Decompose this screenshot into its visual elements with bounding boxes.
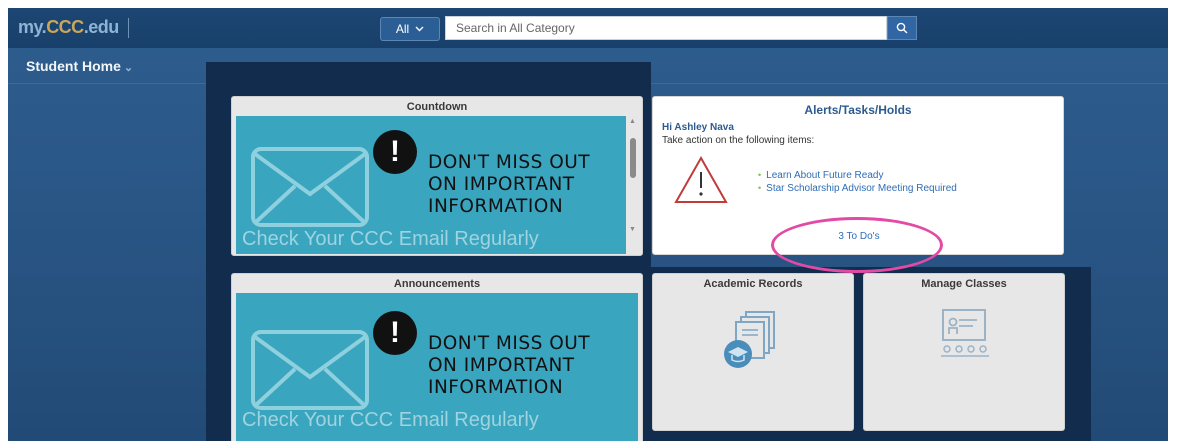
- alerts-instruction: Take action on the following items:: [662, 135, 815, 146]
- announcement-footer: Check Your CCC Email Regularly: [242, 409, 539, 431]
- announcement-message: DON'T MISS OUT ON IMPORTANT INFORMATION: [428, 333, 590, 399]
- exclamation-icon: !: [373, 311, 417, 355]
- scroll-up-icon[interactable]: ▲: [629, 118, 636, 125]
- search-icon: [896, 22, 908, 34]
- action-item-scholarship-meeting[interactable]: Star Scholarship Advisor Meeting Require…: [758, 182, 957, 195]
- logo-divider: [128, 18, 129, 38]
- page-title-text: Student Home: [26, 58, 121, 74]
- action-items-list: Learn About Future Ready Star Scholarshi…: [758, 169, 957, 195]
- alerts-tasks-holds-tile[interactable]: Alerts/Tasks/Holds Hi Ashley Nava Take a…: [652, 96, 1064, 255]
- announcements-tile[interactable]: Announcements ! DON'T MISS OUT ON IMPORT…: [231, 273, 643, 441]
- exclamation-icon: !: [373, 130, 417, 174]
- logo-text-main: my.: [18, 17, 47, 37]
- top-navigation-bar: my.CCC.edu All: [8, 8, 1168, 48]
- announcement-line-1: DON'T MISS OUT: [428, 333, 591, 354]
- logo-text-tail: .edu: [83, 17, 120, 37]
- envelope-icon: [251, 147, 369, 227]
- scroll-down-icon[interactable]: ▼: [629, 226, 636, 233]
- scroll-thumb[interactable]: [630, 138, 636, 178]
- page-title[interactable]: Student Home ⌄: [26, 58, 133, 74]
- search-category-label: All: [395, 22, 410, 36]
- announcement-line-2: ON IMPORTANT: [428, 355, 575, 376]
- search-category-dropdown[interactable]: All: [380, 17, 440, 41]
- academic-records-tile[interactable]: Academic Records: [652, 273, 854, 431]
- envelope-icon: [251, 330, 369, 410]
- chevron-down-icon: [415, 26, 424, 32]
- manage-classes-tile[interactable]: Manage Classes: [863, 273, 1065, 431]
- student-greeting: Hi Ashley Nava: [662, 122, 734, 133]
- announcement-line-3: INFORMATION: [428, 377, 564, 398]
- app-frame: my.CCC.edu All Student Home⌄ Countdown !…: [8, 8, 1168, 441]
- banner-line-1: DON'T MISS OUT: [428, 152, 591, 173]
- alerts-tile-title: Alerts/Tasks/Holds: [804, 103, 912, 117]
- banner-line-2: ON IMPORTANT: [428, 174, 575, 195]
- warning-triangle-icon: [674, 155, 728, 203]
- academic-records-title: Academic Records: [703, 278, 803, 290]
- classroom-icon: [941, 309, 989, 357]
- countdown-tile-title: Countdown: [406, 101, 468, 113]
- todo-count-link[interactable]: 3 To Do's: [653, 231, 1065, 242]
- countdown-scrollbar[interactable]: ▲ ▼: [628, 116, 638, 238]
- announcement-banner: ! DON'T MISS OUT ON IMPORTANT INFORMATIO…: [236, 293, 638, 441]
- search-input[interactable]: [445, 16, 887, 40]
- announcements-tile-title: Announcements: [393, 278, 481, 290]
- banner-footer: Check Your CCC Email Regularly: [242, 228, 539, 250]
- logo-text-accent: CCC: [46, 17, 84, 37]
- action-item-future-ready[interactable]: Learn About Future Ready: [758, 169, 957, 182]
- academic-records-icon: [724, 311, 775, 368]
- banner-message: DON'T MISS OUT ON IMPORTANT INFORMATION: [428, 152, 590, 218]
- email-reminder-banner: ! DON'T MISS OUT ON IMPORTANT INFORMATIO…: [236, 116, 626, 254]
- countdown-tile[interactable]: Countdown ! DON'T MISS OUT ON IMPORTANT …: [231, 96, 643, 256]
- mycccedu-logo[interactable]: my.CCC.edu: [18, 17, 119, 38]
- manage-classes-title: Manage Classes: [921, 278, 1007, 290]
- banner-line-3: INFORMATION: [428, 196, 564, 217]
- double-chevron-down-icon: ⌄: [123, 62, 134, 74]
- search-button[interactable]: [887, 16, 917, 40]
